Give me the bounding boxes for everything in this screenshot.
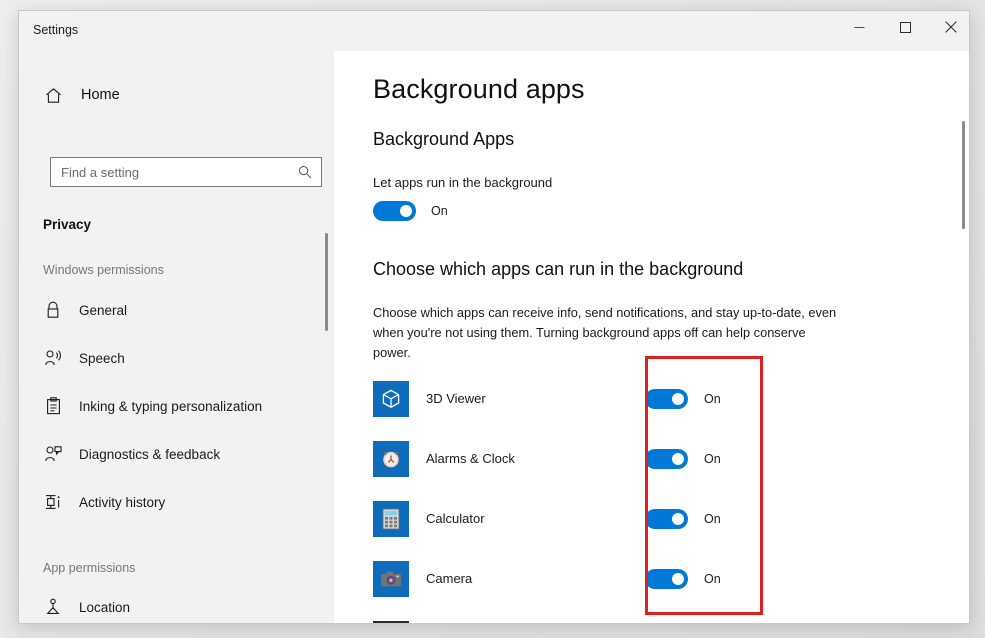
sidebar-item-label: Activity history — [79, 495, 165, 510]
sidebar-item-diagnostics-feedback[interactable]: Diagnostics & feedback — [33, 433, 325, 475]
activity-history-icon — [43, 493, 63, 511]
sidebar-item-label: Speech — [79, 351, 125, 366]
cube-icon — [380, 388, 402, 410]
sidebar-item-label: Home — [81, 87, 120, 103]
app-row: Calculator On — [334, 489, 969, 549]
app-row: Canon Office Printer Utility On — [334, 609, 969, 623]
sidebar-item-label: Inking & typing personalization — [79, 399, 262, 414]
calculator-icon — [380, 507, 402, 531]
toggle-knob — [672, 393, 684, 405]
sidebar-item-label: General — [79, 303, 127, 318]
clipboard-icon — [43, 397, 63, 415]
app-tile — [373, 441, 409, 477]
sidebar-item-home[interactable]: Home — [33, 79, 313, 111]
app-toggle-state: On — [704, 512, 721, 526]
app-row: Alarms & Clock On — [334, 429, 969, 489]
camera-icon — [379, 568, 403, 590]
sidebar-category-title: Privacy — [43, 217, 91, 232]
master-toggle-row: On — [373, 201, 448, 221]
lock-icon — [43, 301, 63, 319]
app-name: Calculator — [426, 511, 485, 526]
app-toggle-wrap: On — [645, 569, 721, 589]
app-toggle[interactable] — [645, 569, 688, 589]
sidebar-scrollbar[interactable] — [325, 51, 331, 623]
master-toggle-label: Let apps run in the background — [373, 175, 552, 190]
sidebar-group-windows-permissions: Windows permissions — [43, 263, 164, 277]
search-icon[interactable] — [298, 165, 321, 179]
app-toggle-wrap: On — [645, 449, 721, 469]
choose-apps-description: Choose which apps can receive info, send… — [373, 303, 841, 363]
sidebar-item-inking-typing[interactable]: Inking & typing personalization — [33, 385, 325, 427]
minimize-icon — [854, 22, 865, 33]
close-button[interactable] — [928, 11, 970, 43]
maximize-button[interactable] — [882, 11, 928, 43]
sidebar-item-label: Location — [79, 600, 130, 615]
master-toggle-state: On — [431, 204, 448, 218]
sidebar-item-general[interactable]: General — [33, 289, 325, 331]
app-toggle[interactable] — [645, 449, 688, 469]
app-toggle[interactable] — [645, 389, 688, 409]
sidebar-scrollbar-thumb[interactable] — [325, 233, 328, 331]
feedback-icon — [43, 445, 63, 463]
app-toggle-wrap: On — [645, 389, 721, 409]
app-toggle-wrap: On — [645, 509, 721, 529]
maximize-icon — [900, 22, 911, 33]
home-icon — [43, 87, 63, 104]
app-tile — [373, 561, 409, 597]
sidebar-item-speech[interactable]: Speech — [33, 337, 325, 379]
page-title: Background apps — [373, 74, 585, 105]
toggle-knob — [672, 573, 684, 585]
app-name: Alarms & Clock — [426, 451, 515, 466]
choose-apps-heading: Choose which apps can run in the backgro… — [373, 259, 743, 280]
close-icon — [945, 21, 957, 33]
app-toggle-state: On — [704, 452, 721, 466]
sidebar: Home Privacy Windows permissions General — [19, 51, 334, 623]
app-toggle-state: On — [704, 392, 721, 406]
sidebar-item-label: Diagnostics & feedback — [79, 447, 220, 462]
toggle-knob — [400, 205, 412, 217]
location-icon — [43, 598, 63, 616]
app-toggle-state: On — [704, 572, 721, 586]
app-row: Camera On — [334, 549, 969, 609]
sidebar-item-location[interactable]: Location — [33, 586, 325, 623]
main-scrollbar-thumb[interactable] — [962, 121, 965, 229]
title-bar: Settings — [19, 11, 969, 51]
sidebar-item-activity-history[interactable]: Activity history — [33, 481, 325, 523]
sidebar-group-app-permissions: App permissions — [43, 561, 135, 575]
clock-icon — [379, 447, 403, 471]
settings-window: Settings Home — [18, 10, 970, 624]
minimize-button[interactable] — [836, 11, 882, 43]
toggle-knob — [672, 453, 684, 465]
app-tile — [373, 501, 409, 537]
search-input[interactable] — [51, 165, 298, 180]
main-content: Background apps Background Apps Let apps… — [334, 51, 969, 623]
app-row: 3D Viewer On — [334, 369, 969, 429]
app-tile — [373, 621, 409, 623]
app-tile — [373, 381, 409, 417]
search-box[interactable] — [50, 157, 322, 187]
speech-icon — [43, 349, 63, 367]
window-title: Settings — [33, 23, 78, 37]
app-name: Camera — [426, 571, 472, 586]
app-toggle[interactable] — [645, 509, 688, 529]
master-toggle[interactable] — [373, 201, 416, 221]
app-name: 3D Viewer — [426, 391, 486, 406]
toggle-knob — [672, 513, 684, 525]
section-title: Background Apps — [373, 129, 514, 150]
